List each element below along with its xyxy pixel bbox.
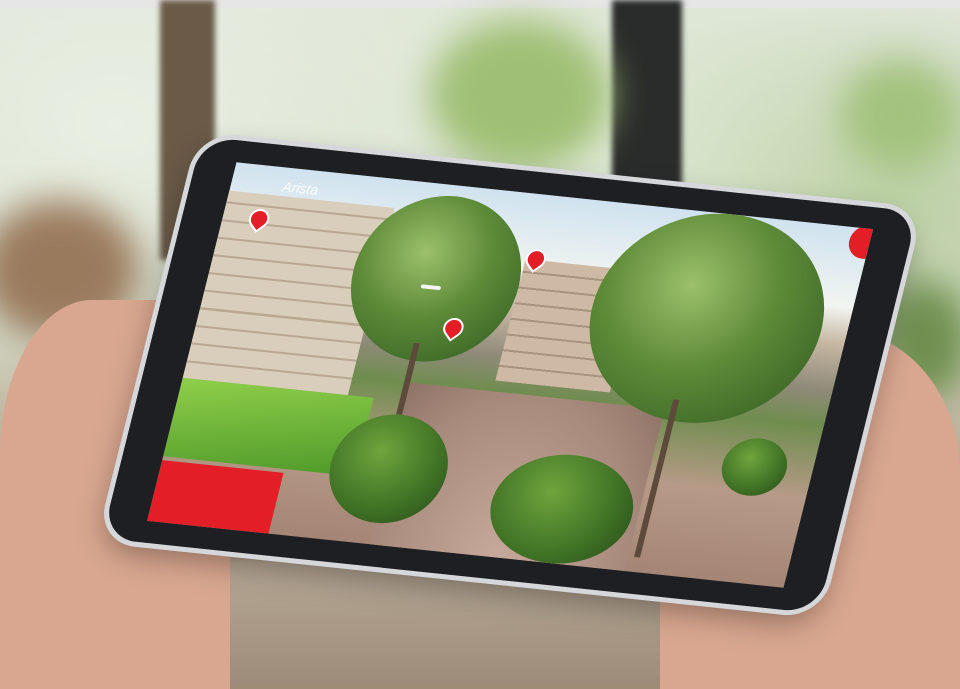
background-window-frame [612,0,682,200]
tablet-device: Arista [101,136,919,614]
background-plant-right [840,60,960,170]
menu-corner-button[interactable] [845,223,873,261]
shrub [715,434,794,499]
top-strip [0,0,960,8]
tablet-screen[interactable]: Arista [147,162,873,588]
background-plant [430,20,610,170]
photo-background: Arista [0,0,960,689]
brand-logo: Arista [280,178,321,198]
tree [566,202,848,435]
call-to-action-button[interactable] [147,459,284,534]
